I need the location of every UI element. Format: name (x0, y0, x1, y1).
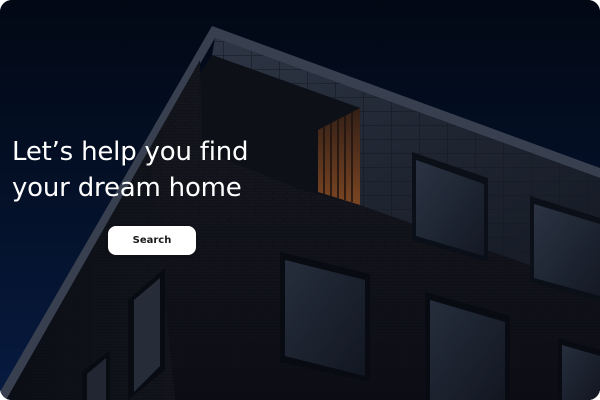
hero-headline-line-2: your dream home (12, 173, 242, 203)
hero-headline: Let’s help you find your dream home (12, 134, 249, 206)
search-button[interactable]: Search (108, 226, 196, 255)
hero-card: Let’s help you find your dream home Sear… (0, 0, 600, 400)
hero-headline-line-1: Let’s help you find (12, 137, 249, 167)
